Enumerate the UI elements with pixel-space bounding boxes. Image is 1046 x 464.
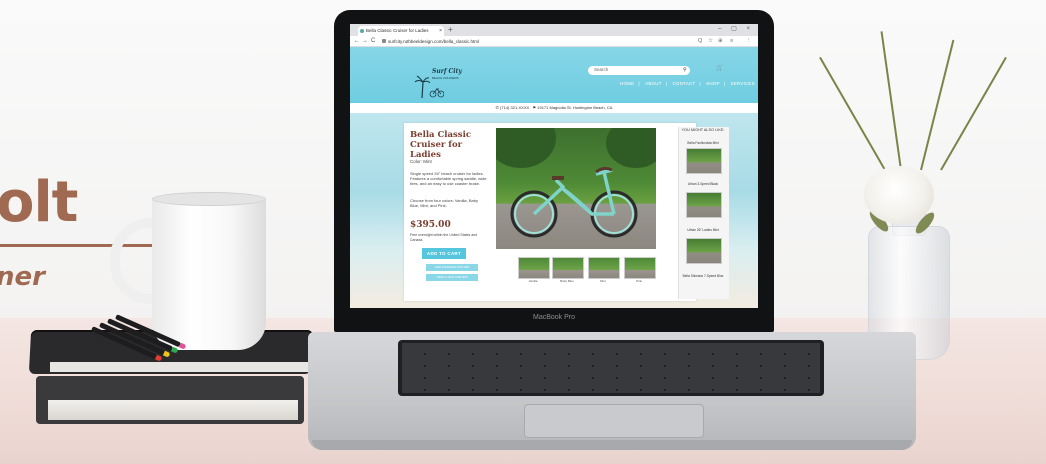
phone-number[interactable]: (714) 321-XXXX [500,105,529,110]
cart-icon[interactable]: 🛒 [716,64,723,71]
browser-tab[interactable]: Bella Classic Cruiser for Ladies × [358,26,444,36]
browser-tab-bar: Bella Classic Cruiser for Ladies × + – ▢… [350,24,758,36]
bicycle-icon [510,166,638,238]
keyboard-keys [402,343,820,393]
menu-about[interactable]: ABOUT [645,81,662,86]
menu-separator: | [665,81,668,86]
phone-icon: ✆ [495,105,499,110]
thumbnail-label: Vanilla [528,279,538,283]
product-title: Bella Classic Cruiser for Ladies [410,130,471,160]
browser-toolbar: ← → C surfcity.ruthbeeldesign.com/bella_… [350,36,758,47]
white-flower [864,166,934,224]
related-item-name[interactable]: Bella Fashionista Mint [681,141,725,145]
thumbnail-label: Mint [600,279,606,283]
related-item-image[interactable] [686,192,722,218]
menu-home[interactable]: HOME [620,81,634,86]
thumbnail-pink[interactable] [624,257,656,279]
add-basket-button[interactable]: ADD A BASKET FOR $25 [426,264,478,271]
menu-separator: | [638,81,640,86]
product-color-options: Choose from four colors: Vanilla, Baby B… [410,198,478,208]
location-icon: ⚑ [532,105,537,110]
back-button[interactable]: ← [354,36,360,47]
related-item-name[interactable]: Urban 3-Speed Black [681,182,725,186]
brand-subtitle: ner [0,262,45,292]
thumbnail-vanilla[interactable] [518,257,550,279]
menu-shop[interactable]: SHOP [706,81,720,86]
tab-title: Bella Classic Cruiser for Ladies [366,28,429,33]
menu-contact[interactable]: CONTACT [672,81,695,86]
book-top-pages [50,362,310,372]
related-item-name[interactable]: Urban 26" Ladies Mint [681,228,725,232]
product-description: Single speed 26" beach cruiser for ladie… [410,171,487,186]
site-logo-sub: BEACH CRUISERS [432,76,459,80]
product-color: Color: Mint [410,159,432,164]
address: 19171 Magnolia St. Huntington Beach, CA [537,105,613,110]
thumbnail-label: Baby Blue [560,279,574,283]
menu-icon[interactable]: ⋮ [746,36,752,47]
related-item-name[interactable]: Bella Shimano 7-Speed Blue [681,274,725,278]
related-item-image[interactable] [686,148,722,174]
window-controls[interactable]: – ▢ × [718,25,754,32]
bookmark-star-icon[interactable]: ☆ [708,36,713,47]
forward-button[interactable]: → [362,36,368,47]
favicon-icon [360,29,364,33]
menu-separator: | [699,81,701,86]
menu-services[interactable]: SERVICES [731,81,755,86]
thumbnail-label: Pink [636,279,642,283]
reload-button[interactable]: C [371,36,375,47]
search-placeholder: Search [594,67,609,72]
laptop-base-front [312,440,912,450]
search-icon[interactable]: ⚲ [683,66,687,75]
related-item-image[interactable] [686,238,722,264]
thumbnail-mint[interactable] [588,257,620,279]
coffee-mug [152,198,266,350]
add-lock-button[interactable]: ADD A LOCK FOR $25 [426,274,478,281]
add-to-cart-button[interactable]: ADD TO CART [422,248,466,259]
new-tab-button[interactable]: + [448,25,453,34]
site-header [350,47,758,103]
thumbnail-baby-blue[interactable] [552,257,584,279]
contact-bar: ✆ (714) 321-XXXX ⚑ 19171 Magnolia St. Hu… [350,103,758,113]
site-logo[interactable]: Surf City [432,68,462,75]
main-menu: HOME | ABOUT | CONTACT | SHOP | SERVICES [618,81,757,86]
lock-icon [382,39,386,43]
laptop-label: MacBook Pro [532,314,576,321]
laptop-screen: Bella Classic Cruiser for Ladies × + – ▢… [350,24,758,308]
product-photo[interactable] [496,128,656,249]
menu-separator: | [723,81,726,86]
extension-icon[interactable]: ⊕ [718,36,723,47]
brand-title: olt [0,170,78,235]
product-price: $395.00 [410,220,451,230]
zoom-icon[interactable]: Q [698,36,702,47]
close-tab-icon[interactable]: × [439,26,442,36]
address-bar[interactable]: surfcity.ruthbeeldesign.com/bella_classi… [388,36,479,47]
reading-list-icon[interactable]: ≡ [730,36,733,47]
mug-rim [152,192,266,206]
trackpad [524,404,704,438]
shipping-note: Free overnight within the United States … [410,233,478,242]
sidebar-heading: YOU MIGHT ALSO LIKE: [681,128,725,132]
book-bottom-pages [48,400,298,420]
